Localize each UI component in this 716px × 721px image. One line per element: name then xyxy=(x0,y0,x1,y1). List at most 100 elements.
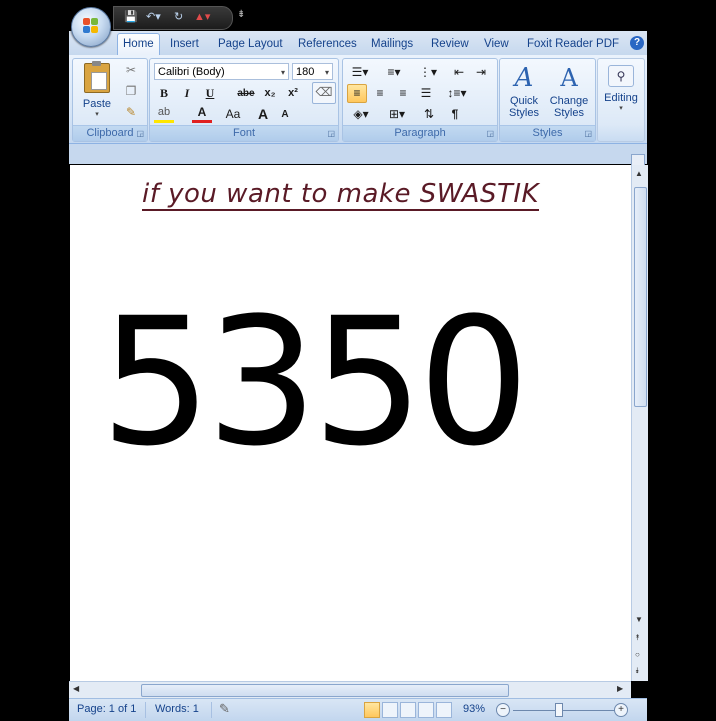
paragraph-launcher-icon[interactable]: ◲ xyxy=(486,129,494,138)
line-spacing-icon[interactable]: ↕≡▾ xyxy=(443,84,471,103)
show-formatting-button[interactable]: ¶ xyxy=(445,105,465,124)
quick-styles-label-2: Styles xyxy=(509,107,539,119)
tab-mailings[interactable]: Mailings xyxy=(371,36,413,54)
clear-formatting-icon[interactable]: ⌫ xyxy=(312,82,336,104)
multilevel-list-icon[interactable]: ⋮▾ xyxy=(415,63,441,82)
justify-icon[interactable]: ☰ xyxy=(416,84,436,103)
paste-icon xyxy=(84,61,110,93)
previous-page-icon[interactable]: ⯭ xyxy=(635,633,640,643)
format-painter-icon[interactable]: ✎ xyxy=(121,103,141,122)
horizontal-scroll-thumb[interactable] xyxy=(141,684,509,697)
document-page[interactable]: if you want to make SWASTIK 5350 xyxy=(70,165,631,681)
pdf-icon[interactable]: ▲▾ xyxy=(194,10,210,24)
select-browse-object-icon[interactable]: ○ xyxy=(635,650,640,659)
tab-page-layout[interactable]: Page Layout xyxy=(218,36,283,54)
scroll-left-icon[interactable]: ◀ xyxy=(73,684,79,693)
font-color-icon[interactable]: A xyxy=(192,105,212,123)
word-count-status[interactable]: Words: 1 xyxy=(155,703,199,715)
vertical-scroll-thumb[interactable] xyxy=(634,187,647,407)
tab-review[interactable]: Review xyxy=(431,36,469,54)
undo-icon[interactable]: ↶▾ xyxy=(146,10,161,24)
sort-icon[interactable]: ⇅ xyxy=(419,105,439,124)
zoom-level-status[interactable]: 93% xyxy=(463,703,485,715)
zoom-out-icon[interactable]: − xyxy=(496,703,510,717)
customize-toolbar-icon[interactable]: ⇟ xyxy=(237,9,245,20)
strikethrough-button[interactable]: abe xyxy=(234,84,258,103)
borders-icon[interactable]: ⊞▾ xyxy=(383,105,411,124)
scroll-down-icon[interactable]: ▼ xyxy=(635,615,643,624)
zoom-slider-track[interactable] xyxy=(513,710,619,711)
quick-styles-label-1: Quick xyxy=(509,95,539,107)
document-number-text: 5350 xyxy=(100,280,530,485)
proofing-icon[interactable]: ✎ xyxy=(219,701,230,717)
shrink-font-button[interactable]: A xyxy=(275,105,295,124)
clipboard-launcher-icon[interactable]: ◲ xyxy=(136,129,144,138)
change-case-button[interactable]: Aa xyxy=(220,105,246,124)
tab-insert[interactable]: Insert xyxy=(170,36,199,54)
paste-label: Paste xyxy=(82,98,112,110)
styles-label: Styles xyxy=(500,125,595,141)
bullets-icon[interactable]: ☰▾ xyxy=(347,63,373,82)
superscript-button[interactable]: x² xyxy=(283,84,303,103)
help-icon[interactable]: ? xyxy=(630,36,644,50)
styles-group: A Quick Styles A Change Styles Styles ◲ xyxy=(499,58,596,142)
font-label: Font xyxy=(150,125,338,141)
draft-view-icon[interactable] xyxy=(436,702,452,718)
tab-home[interactable]: Home xyxy=(117,33,160,55)
editing-button[interactable]: ⚲ Editing ▾ xyxy=(599,61,643,123)
font-launcher-icon[interactable]: ◲ xyxy=(327,129,335,138)
office-button[interactable] xyxy=(71,7,111,47)
quick-styles-button[interactable]: A Quick Styles xyxy=(502,61,546,123)
font-size-value: 180 xyxy=(296,66,315,78)
scroll-right-icon[interactable]: ▶ xyxy=(617,684,623,693)
bold-button[interactable]: B xyxy=(154,84,174,103)
scroll-up-icon[interactable]: ▲ xyxy=(635,169,643,178)
tab-foxit[interactable]: Foxit Reader PDF xyxy=(527,36,619,54)
grow-font-button[interactable]: A xyxy=(253,105,273,124)
align-right-icon[interactable]: ≡ xyxy=(393,84,413,103)
highlight-icon[interactable]: ab xyxy=(154,105,174,123)
web-layout-view-icon[interactable] xyxy=(400,702,416,718)
save-icon[interactable]: 💾 xyxy=(124,10,138,24)
ribbon-tabs: Home Insert Page Layout References Maili… xyxy=(69,31,647,55)
numbering-icon[interactable]: ≡▾ xyxy=(381,63,407,82)
copy-icon[interactable]: ❐ xyxy=(121,82,141,101)
office-logo-icon xyxy=(83,18,99,34)
change-styles-label-1: Change xyxy=(549,95,589,107)
redo-icon[interactable]: ↻ xyxy=(174,10,183,24)
font-name-combo[interactable]: Calibri (Body) ▾ xyxy=(154,63,289,80)
change-styles-label-2: Styles xyxy=(554,107,584,119)
subscript-button[interactable]: x₂ xyxy=(260,84,280,103)
decrease-indent-icon[interactable]: ⇤ xyxy=(449,63,469,82)
italic-button[interactable]: I xyxy=(177,84,197,103)
change-styles-button[interactable]: A Change Styles xyxy=(547,61,591,123)
paste-button[interactable]: Paste ▾ xyxy=(77,61,117,123)
outline-view-icon[interactable] xyxy=(418,702,434,718)
shading-icon[interactable]: ◈▾ xyxy=(347,105,375,124)
horizontal-scrollbar[interactable]: ◀ ▶ xyxy=(69,681,631,698)
zoom-slider-thumb[interactable] xyxy=(555,703,563,717)
vertical-scrollbar[interactable]: ▲ ▼ ⯭ ○ ⯯ xyxy=(631,165,648,681)
print-layout-view-icon[interactable] xyxy=(364,702,380,718)
page-count-status[interactable]: Page: 1 of 1 xyxy=(77,703,136,715)
styles-launcher-icon[interactable]: ◲ xyxy=(584,129,592,138)
tab-view[interactable]: View xyxy=(484,36,509,54)
align-left-icon[interactable]: ≡ xyxy=(347,84,367,103)
cut-icon[interactable]: ✂ xyxy=(121,61,141,80)
document-title-text: if you want to make SWASTIK xyxy=(142,179,540,211)
zoom-in-icon[interactable]: + xyxy=(614,703,628,717)
underline-button[interactable]: U xyxy=(200,84,220,103)
next-page-icon[interactable]: ⯯ xyxy=(635,666,640,676)
quick-access-toolbar: 💾 ↶▾ ↻ ▲▾ xyxy=(113,6,233,30)
font-group: Calibri (Body) ▾ 180 ▾ B I U abe x₂ x² ⌫ a… xyxy=(149,58,339,142)
align-center-icon[interactable]: ≡ xyxy=(370,84,390,103)
increase-indent-icon[interactable]: ⇥ xyxy=(471,63,491,82)
change-styles-icon: A xyxy=(560,64,578,92)
font-size-combo[interactable]: 180 ▾ xyxy=(292,63,333,80)
tab-references[interactable]: References xyxy=(298,36,357,54)
full-screen-reading-view-icon[interactable] xyxy=(382,702,398,718)
paragraph-label: Paragraph xyxy=(343,125,497,141)
paragraph-group: ☰▾ ≡▾ ⋮▾ ⇤ ⇥ ≡ ≡ ≡ ☰ ↕≡▾ ◈▾ ⊞▾ ⇅ ¶ Parag… xyxy=(342,58,498,142)
ribbon: Paste ▾ ✂ ❐ ✎ Clipboard ◲ Calibri (Body)… xyxy=(69,55,647,144)
word-window: 💾 ↶▾ ↻ ▲▾ ⇟ Home Insert Page Layout Refe… xyxy=(69,0,648,721)
